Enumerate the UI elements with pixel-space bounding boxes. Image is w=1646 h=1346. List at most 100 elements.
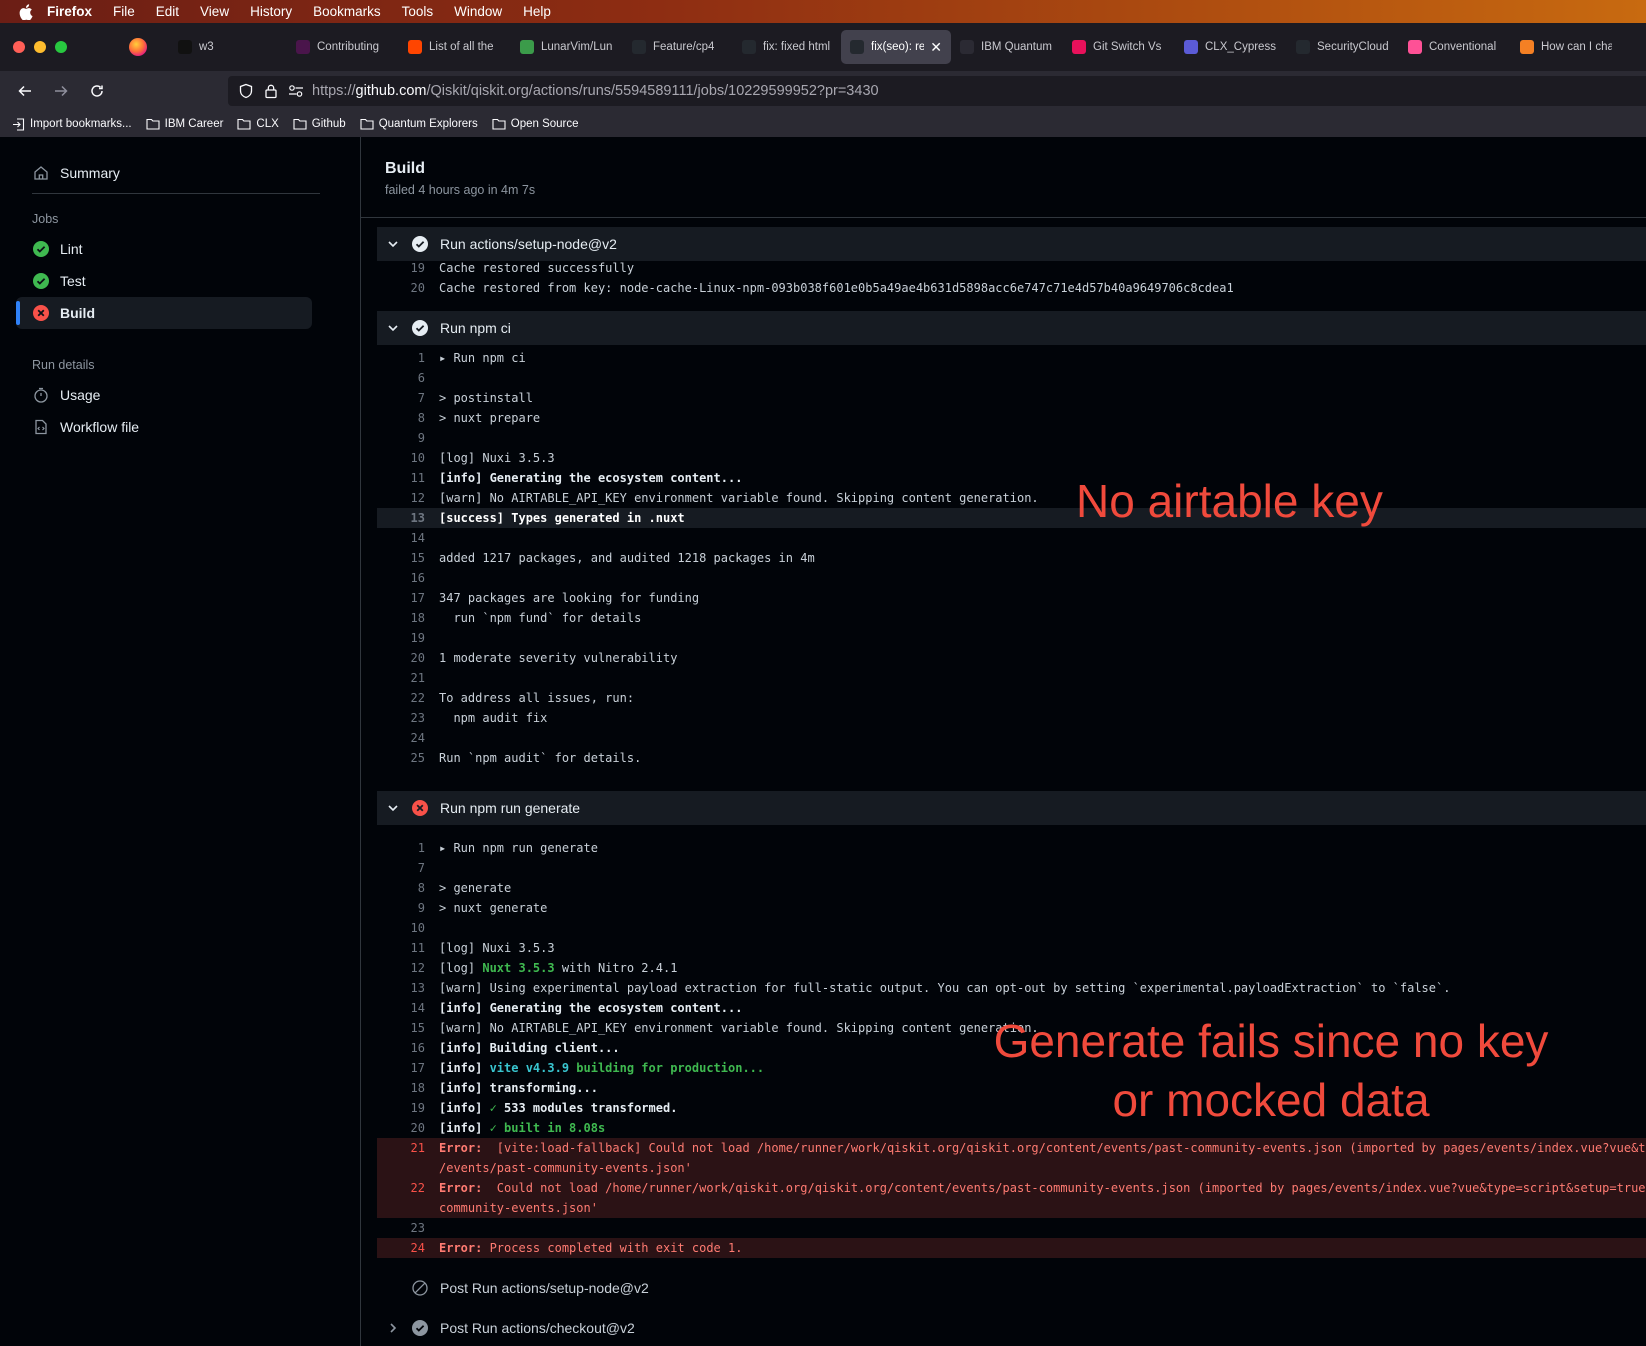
log-line: 21 [410, 671, 425, 685]
log-line: 13 [success] Types generated in .nuxt [377, 508, 1646, 528]
url-text[interactable]: https://github.com/Qiskit/qiskit.org/act… [312, 83, 879, 99]
tab-5[interactable]: fix: fixed html [733, 30, 841, 64]
sidebar-item-usage[interactable]: Usage [16, 379, 312, 411]
menu-history[interactable]: History [250, 4, 292, 19]
stopwatch-icon [32, 386, 50, 404]
forward-button[interactable] [50, 80, 72, 102]
bookmark-folder-github[interactable]: Github [293, 118, 346, 130]
lock-icon[interactable] [264, 83, 278, 99]
step-skipped-icon [411, 1279, 429, 1297]
job-log-panel: Build failed 4 hours ago in 4m 7s Run ac… [361, 137, 1646, 1346]
sidebar-job-build[interactable]: Build [16, 297, 312, 329]
zoom-window-button[interactable] [55, 41, 67, 53]
log-line: 24 [410, 731, 425, 745]
tab-12[interactable]: How can I cha [1511, 30, 1621, 64]
log-line: 7 [417, 861, 425, 875]
log-line: 8 > nuxt prepare [417, 411, 541, 425]
log-line: 11 [log] Nuxi 3.5.3 [410, 941, 555, 955]
bookmark-folder-ibm-career[interactable]: IBM Career [146, 118, 223, 130]
reload-button[interactable] [86, 80, 108, 102]
chevron-down-icon[interactable] [385, 238, 401, 250]
bookmark-folder-quantum-explorers[interactable]: Quantum Explorers [360, 118, 478, 130]
menu-help[interactable]: Help [523, 4, 551, 19]
bookmark-folder-clx[interactable]: CLX [237, 118, 279, 130]
sidebar-job-test[interactable]: Test [16, 265, 312, 297]
tab-3[interactable]: LunarVim/Lun [511, 30, 623, 64]
step-title: Post Run actions/setup-node@v2 [440, 1280, 649, 1296]
tab-label: List of all the [429, 41, 494, 53]
tab-9[interactable]: CLX_Cypress [1175, 30, 1287, 64]
job-title: Build [385, 160, 425, 177]
sidebar-item-workflow-file[interactable]: Workflow file [16, 411, 312, 443]
menu-window[interactable]: Window [454, 4, 502, 19]
close-tab-icon[interactable]: ✕ [930, 39, 942, 56]
log-line-error: /events/past-community-events.json' [377, 1158, 1646, 1178]
stackoverflow-icon [1520, 40, 1534, 54]
step-title: Run npm ci [440, 320, 511, 336]
step-post-setup-node[interactable]: Post Run actions/setup-node@v2 [377, 1271, 1646, 1305]
tab-10[interactable]: SecurityCloud [1287, 30, 1399, 64]
log-line: 9 [417, 431, 425, 445]
tab-7[interactable]: IBM Quantum [951, 30, 1063, 64]
tab-label: Feature/cp4 [653, 41, 715, 53]
sidebar-item-label: Usage [60, 387, 101, 403]
tab-4[interactable]: Feature/cp4 [623, 30, 733, 64]
log-line[interactable]: 1 ▸ Run npm ci [377, 348, 1646, 368]
neovim-icon [520, 40, 534, 54]
slack-icon [296, 40, 310, 54]
log-line: 18 run `npm fund` for details [410, 611, 642, 625]
log-line: 20 Cache restored from key: node-cache-Li… [410, 281, 1234, 295]
menu-bookmarks[interactable]: Bookmarks [313, 4, 381, 19]
log-line: 15 added 1217 packages, and audited 1218 … [410, 551, 815, 565]
github-icon [1296, 40, 1310, 54]
tab-2[interactable]: List of all the [399, 30, 511, 64]
chevron-down-icon[interactable] [385, 322, 401, 334]
log-line-error: community-events.json' [377, 1198, 1646, 1218]
chevron-down-icon[interactable] [385, 802, 401, 814]
log-line: 12 [warn] No AIRTABLE_API_KEY environment… [410, 491, 1039, 505]
bookmark-import[interactable]: Import bookmarks... [12, 117, 132, 131]
menu-edit[interactable]: Edit [156, 4, 179, 19]
tab-0[interactable]: w3 [169, 30, 287, 64]
step-title: Post Run actions/checkout@v2 [440, 1320, 635, 1336]
sidebar-item-label: Workflow file [60, 419, 140, 435]
menu-tools[interactable]: Tools [402, 4, 434, 19]
sidebar-item-summary[interactable]: Summary [16, 157, 312, 189]
sidebar-job-lint[interactable]: Lint [16, 233, 312, 265]
log-line: 19 Cache restored successfully [410, 261, 635, 275]
log-line-error: 24 Error: Process completed with exit cod… [377, 1238, 1646, 1258]
github-icon [742, 40, 756, 54]
tracking-protection-icon[interactable] [238, 83, 254, 99]
home-icon [32, 164, 50, 182]
log-line: 25 Run `npm audit` for details. [410, 751, 642, 765]
close-window-button[interactable] [13, 41, 25, 53]
tab-1[interactable]: Contributing [287, 30, 399, 64]
actions-sidebar: Summary Jobs Lint Test Build Run details… [0, 137, 361, 1346]
import-icon [13, 117, 25, 131]
tab-8[interactable]: Git Switch Vs [1063, 30, 1175, 64]
log-line: 23 npm audit fix [410, 711, 548, 725]
log-line[interactable]: 1 ▸ Run npm run generate [377, 838, 1646, 858]
url-bar[interactable]: https://github.com/Qiskit/qiskit.org/act… [228, 76, 1646, 106]
menu-app-name[interactable]: Firefox [47, 4, 92, 19]
step-setup-node[interactable]: Run actions/setup-node@v2 [377, 227, 1646, 261]
sidebar-item-label: Build [60, 305, 95, 321]
apple-icon[interactable] [19, 3, 37, 20]
tab-6[interactable]: fix(seo): re ✕ [841, 30, 951, 64]
firefox-view-icon[interactable] [129, 38, 147, 56]
chevron-right-icon[interactable] [385, 1322, 401, 1334]
step-post-checkout[interactable]: Post Run actions/checkout@v2 [377, 1311, 1646, 1345]
log-line: 10 [410, 921, 425, 935]
tab-11[interactable]: Conventional [1399, 30, 1511, 64]
back-button[interactable] [14, 80, 36, 102]
bookmark-folder-open-source[interactable]: Open Source [492, 118, 579, 130]
step-npm-ci[interactable]: Run npm ci [377, 311, 1646, 345]
tab-label: Conventional [1429, 41, 1497, 53]
permissions-icon[interactable] [288, 84, 304, 98]
step-npm-run-generate[interactable]: Run npm run generate [377, 791, 1646, 825]
menu-file[interactable]: File [113, 4, 135, 19]
minimize-window-button[interactable] [34, 41, 46, 53]
step-success-icon [411, 235, 429, 253]
menu-view[interactable]: View [200, 4, 229, 19]
tab-label: SecurityCloud [1317, 41, 1389, 53]
